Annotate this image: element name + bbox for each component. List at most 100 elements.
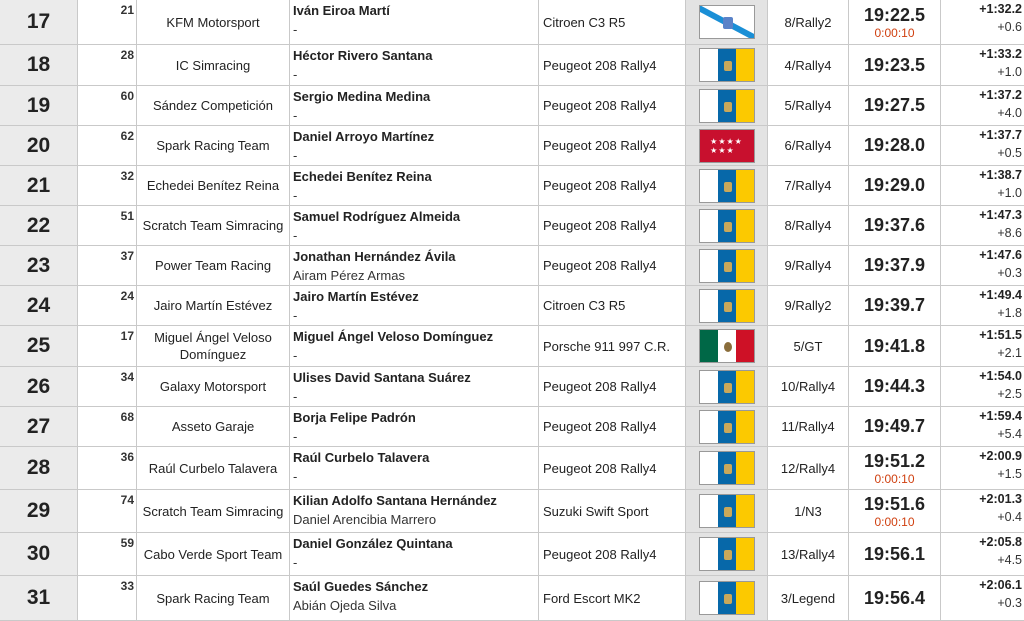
gap-to-previous: +1.0: [997, 65, 1022, 79]
crew-cell: Daniel Arroyo Martínez -: [290, 126, 538, 165]
gap-to-leader: +1:49.4: [979, 288, 1022, 302]
position-cell: 25: [0, 326, 77, 366]
gap-cell: +1:32.2 +0.6: [941, 0, 1024, 44]
time-cell: 19:41.8: [849, 326, 941, 366]
table-row: 24 24 Jairo Martín Estévez Jairo Martín Est…: [0, 286, 1024, 326]
flag-cell: [686, 45, 767, 85]
flag-cell: [686, 86, 767, 125]
driver-name: Samuel Rodríguez Almeida: [293, 209, 461, 224]
gap-to-leader: +2:05.8: [979, 535, 1022, 549]
codriver-name: Airam Pérez Armas: [293, 268, 405, 283]
codriver-name: -: [293, 148, 298, 163]
table-row: 21 32 Echedei Benítez Reina Echedei Benítez…: [0, 166, 1024, 206]
gap-cell: +1:51.5 +2.1: [941, 326, 1024, 366]
codriver-name: -: [293, 389, 298, 404]
car-model: Peugeot 208 Rally4: [538, 367, 686, 406]
flag-cell: [686, 576, 767, 620]
gap-cell: +1:47.6 +0.3: [941, 246, 1024, 285]
gap-to-leader: +1:54.0: [979, 369, 1022, 383]
flag-cell: [686, 246, 767, 285]
penalty-time: 0:00:10: [874, 25, 915, 40]
gap-to-leader: +2:00.9: [979, 449, 1022, 463]
flag-cell: [686, 286, 767, 325]
gap-cell: +1:59.4 +5.4: [941, 407, 1024, 446]
gap-cell: +2:00.9 +1.5: [941, 447, 1024, 489]
canarias-flag-icon: [698, 537, 755, 571]
crew-cell: Iván Eiroa Martí -: [290, 0, 538, 44]
flag-cell: [686, 206, 767, 245]
car-number: 68: [77, 407, 136, 446]
gap-cell: +2:06.1 +0.3: [941, 576, 1024, 620]
crew-cell: Saúl Guedes Sánchez Abián Ojeda Silva: [290, 576, 538, 620]
class-position: 3/Legend: [767, 576, 849, 620]
codriver-name: Abián Ojeda Silva: [293, 598, 397, 613]
gap-to-leader: +1:38.7: [979, 168, 1022, 182]
gap-cell: +1:38.7 +1.0: [941, 166, 1024, 205]
driver-name: Saúl Guedes Sánchez: [293, 579, 429, 594]
crew-cell: Daniel González Quintana -: [290, 533, 538, 575]
time-cell: 19:49.7: [849, 407, 941, 446]
team-name: Echedei Benítez Reina: [136, 166, 290, 205]
madrid-flag-icon: ★★★★ ★★★: [698, 128, 755, 163]
time-cell: 19:37.9: [849, 246, 941, 285]
gap-cell: +1:49.4 +1.8: [941, 286, 1024, 325]
position-cell: 27: [0, 407, 77, 446]
car-number: 59: [77, 533, 136, 575]
class-position: 9/Rally2: [767, 286, 849, 325]
results-table: 17 21 KFM Motorsport Iván Eiroa Martí - Citro…: [0, 0, 1024, 621]
canarias-flag-icon: [698, 168, 755, 203]
gap-to-leader: +1:47.3: [979, 208, 1022, 222]
crew-cell: Borja Felipe Padrón -: [290, 407, 538, 446]
codriver-name: -: [293, 22, 298, 37]
crew-cell: Raúl Curbelo Talavera -: [290, 447, 538, 489]
driver-name: Sergio Medina Medina: [293, 89, 431, 104]
driver-name: Daniel Arroyo Martínez: [293, 129, 435, 144]
table-row: 31 33 Spark Racing Team Saúl Guedes Sánchez…: [0, 576, 1024, 621]
car-model: Peugeot 208 Rally4: [538, 447, 686, 489]
driver-name: Jonathan Hernández Ávila: [293, 249, 456, 264]
car-model: Peugeot 208 Rally4: [538, 166, 686, 205]
table-row: 28 36 Raúl Curbelo Talavera Raúl Curbelo Ta…: [0, 447, 1024, 490]
car-number: 62: [77, 126, 136, 165]
gap-to-leader: +1:59.4: [979, 409, 1022, 423]
team-name: Cabo Verde Sport Team: [136, 533, 290, 575]
class-position: 1/N3: [767, 490, 849, 532]
time-cell: 19:22.5 0:00:10: [849, 0, 941, 44]
gap-to-previous: +2.1: [997, 346, 1022, 360]
table-row: 17 21 KFM Motorsport Iván Eiroa Martí - Citro…: [0, 0, 1024, 45]
gap-to-leader: +2:06.1: [979, 578, 1022, 592]
gap-to-leader: +1:37.7: [979, 128, 1022, 142]
team-name: KFM Motorsport: [136, 0, 290, 44]
position-cell: 24: [0, 286, 77, 325]
codriver-name: -: [293, 188, 298, 203]
stage-time: 19:51.2: [863, 450, 926, 471]
car-number: 33: [77, 576, 136, 620]
team-name: Scratch Team Simracing: [136, 206, 290, 245]
stage-time: 19:51.6: [863, 493, 926, 514]
gap-cell: +1:33.2 +1.0: [941, 45, 1024, 85]
time-cell: 19:51.2 0:00:10: [849, 447, 941, 489]
gap-to-leader: +1:51.5: [979, 328, 1022, 342]
time-cell: 19:44.3: [849, 367, 941, 406]
team-name: Spark Racing Team: [136, 576, 290, 620]
crew-cell: Jonathan Hernández Ávila Airam Pérez Arma…: [290, 246, 538, 285]
stage-time: 19:44.3: [863, 376, 926, 396]
time-cell: 19:29.0: [849, 166, 941, 205]
time-cell: 19:27.5: [849, 86, 941, 125]
gap-to-previous: +0.3: [997, 266, 1022, 280]
gap-to-previous: +8.6: [997, 226, 1022, 240]
gap-to-leader: +1:37.2: [979, 88, 1022, 102]
flag-cell: [686, 447, 767, 489]
gap-to-previous: +4.5: [997, 553, 1022, 567]
car-model: Peugeot 208 Rally4: [538, 86, 686, 125]
gap-to-previous: +0.6: [997, 20, 1022, 34]
position-cell: 30: [0, 533, 77, 575]
stage-time: 19:56.4: [863, 587, 926, 608]
gap-cell: +1:47.3 +8.6: [941, 206, 1024, 245]
class-position: 8/Rally2: [767, 0, 849, 44]
class-position: 13/Rally4: [767, 533, 849, 575]
position-cell: 22: [0, 206, 77, 245]
canarias-flag-icon: [698, 494, 755, 528]
driver-name: Miguel Ángel Veloso Domínguez: [293, 329, 494, 344]
time-cell: 19:56.4: [849, 576, 941, 620]
